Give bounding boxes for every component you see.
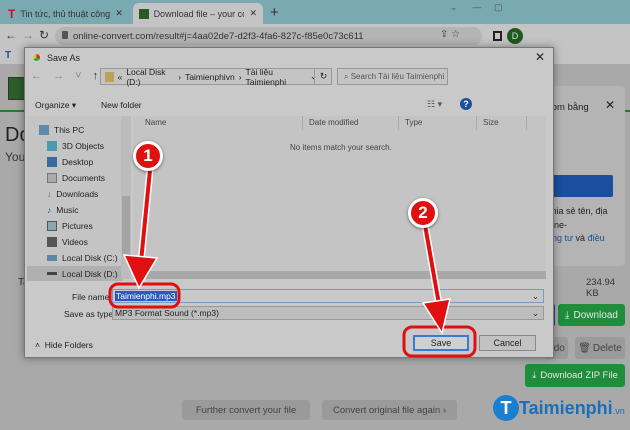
- arrow-2: [423, 224, 442, 311]
- annotation-overlay: [108, 169, 477, 358]
- step-2-badge: 2: [408, 198, 438, 228]
- highlight-save: [402, 325, 477, 358]
- step-1-badge: 1: [133, 141, 163, 171]
- highlight-filename: [108, 282, 181, 309]
